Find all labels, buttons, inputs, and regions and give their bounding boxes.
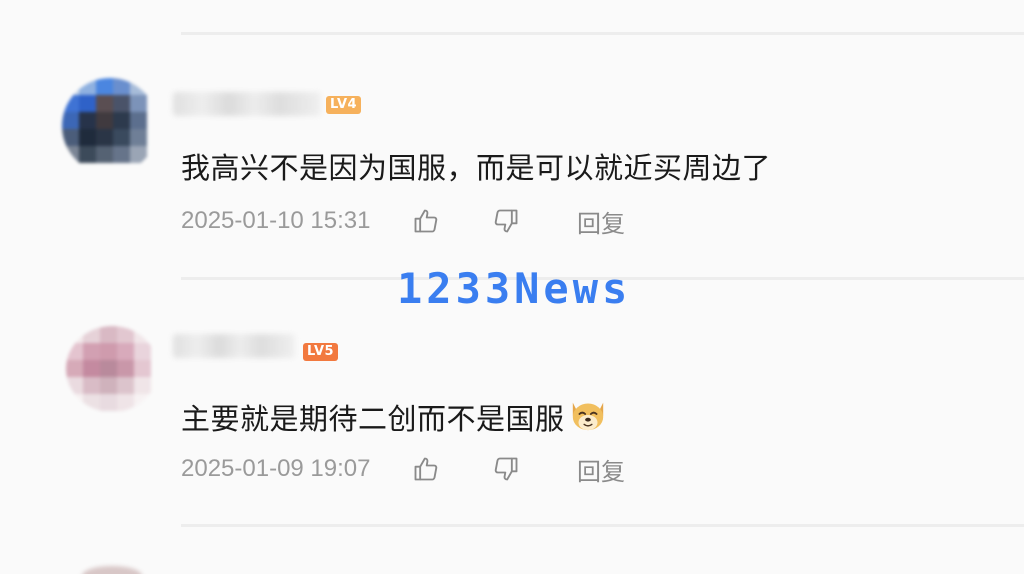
thumbs-up-icon xyxy=(414,209,438,233)
divider-bottom xyxy=(181,524,1024,527)
thumbs-down-icon xyxy=(494,209,518,233)
username[interactable]: ●●●●●●● xyxy=(173,334,295,358)
next-comment-avatar xyxy=(82,566,142,574)
thumbs-up-icon xyxy=(414,457,438,481)
dislike-button[interactable] xyxy=(491,454,521,484)
comment-section: ●●●●●●●●● LV4 我高兴不是因为国服，而是可以就近买周边了 2025-… xyxy=(0,0,1024,574)
reply-button[interactable]: 回复 xyxy=(577,452,625,487)
like-button[interactable] xyxy=(411,454,441,484)
user-avatar[interactable] xyxy=(66,326,158,412)
dislike-button[interactable] xyxy=(491,206,521,236)
thumbs-down-icon xyxy=(494,457,518,481)
watermark: 1233News xyxy=(397,264,632,313)
doge-emoji-icon xyxy=(569,395,607,440)
comment-text: 主要就是期待二创而不是国服 xyxy=(181,396,607,440)
comment-timestamp: 2025-01-09 19:07 xyxy=(181,455,371,482)
comment-text-body: 主要就是期待二创而不是国服 xyxy=(181,402,565,436)
level-badge: LV5 xyxy=(303,343,339,361)
reply-button[interactable]: 回复 xyxy=(577,204,625,239)
comment-item: ●●●●●●● LV5 主要就是期待二创而不是国服 2025-01-09 19:… xyxy=(0,0,1024,486)
comment-meta: 2025-01-09 19:07 回复 xyxy=(181,452,625,486)
like-button[interactable] xyxy=(411,206,441,236)
comment-meta: 2025-01-10 15:31 回复 xyxy=(181,204,625,238)
comment-timestamp: 2025-01-10 15:31 xyxy=(181,207,371,234)
